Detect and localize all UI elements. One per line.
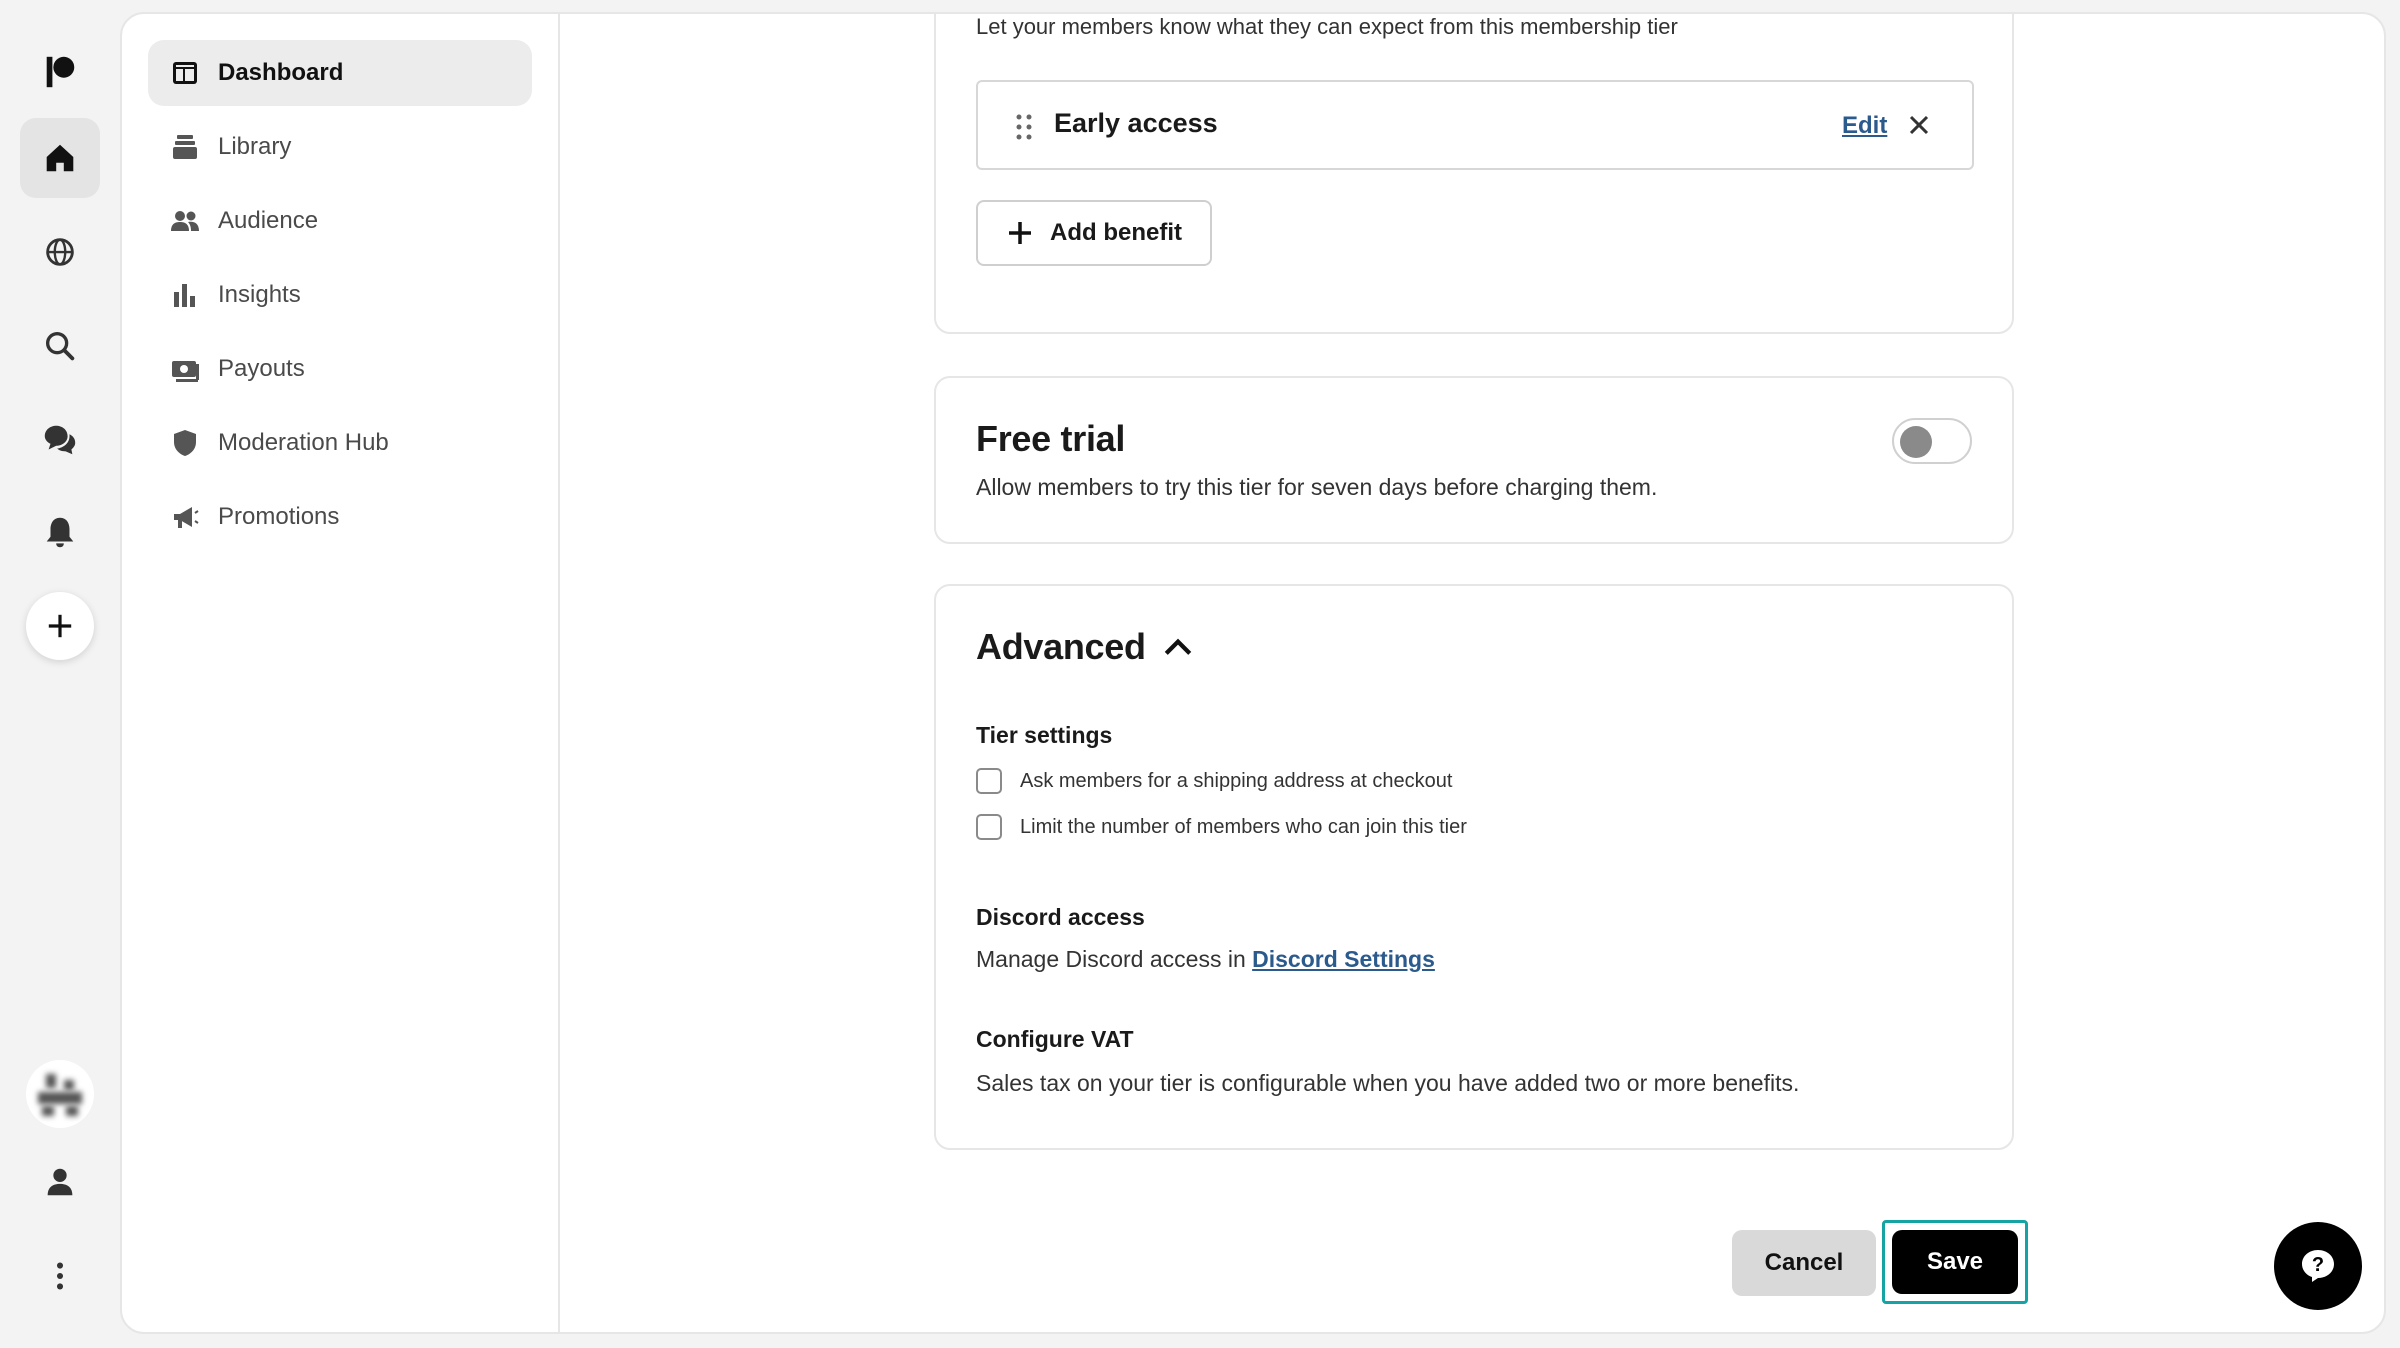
audience-icon: [171, 211, 199, 231]
megaphone-icon: [174, 507, 199, 528]
sidebar-item-label: Library: [218, 133, 292, 160]
discord-settings-link[interactable]: Discord Settings: [1252, 946, 1435, 972]
discord-access-label: Discord access: [976, 904, 1145, 930]
sidebar-item-dashboard[interactable]: Dashboard: [148, 40, 532, 106]
home-icon[interactable]: [20, 118, 100, 198]
dashboard-icon: [173, 62, 197, 84]
benefit-item: Early access Edit: [976, 80, 1974, 170]
avatar[interactable]: [26, 1060, 94, 1128]
search-icon[interactable]: [20, 306, 100, 386]
tier-settings-label: Tier settings: [976, 722, 1113, 748]
benefit-title: Early access: [1054, 108, 1218, 138]
add-benefit-button[interactable]: Add benefit: [976, 200, 1212, 266]
shipping-address-label: Ask members for a shipping address at ch…: [1020, 769, 1453, 792]
globe-icon[interactable]: [20, 212, 100, 292]
sidebar-item-library[interactable]: Library: [148, 114, 532, 180]
save-button[interactable]: Save: [1892, 1230, 2018, 1294]
sidebar-item-label: Insights: [218, 281, 301, 308]
drag-handle-icon[interactable]: [1014, 112, 1034, 142]
insights-icon: [174, 284, 195, 307]
free-trial-card: Free trial Allow members to try this tie…: [934, 376, 2014, 544]
more-vertical-icon[interactable]: [20, 1236, 100, 1316]
advanced-header[interactable]: Advanced: [976, 626, 1194, 668]
discord-access-prefix: Manage Discord access in: [976, 946, 1253, 972]
main-frame: Dashboard Library Audience Insights Payo…: [120, 12, 2386, 1334]
payouts-icon: [172, 361, 199, 382]
advanced-title: Advanced: [976, 626, 1146, 667]
free-trial-title: Free trial: [976, 418, 1126, 459]
plus-icon: [1009, 222, 1031, 244]
advanced-card: Advanced Tier settings Ask members for a…: [934, 584, 2014, 1150]
help-button[interactable]: ?: [2274, 1222, 2362, 1310]
svg-text:?: ?: [2312, 1254, 2324, 1276]
benefits-intro: Let your members know what they can expe…: [976, 14, 1678, 39]
configure-vat-label: Configure VAT: [976, 1026, 1134, 1052]
free-trial-toggle[interactable]: [1892, 418, 1972, 464]
sidebar-item-label: Promotions: [218, 503, 340, 530]
discord-access-text: Manage Discord access in Discord Setting…: [976, 946, 1435, 973]
chevron-up-icon: [1164, 638, 1191, 655]
icon-rail: [0, 0, 120, 1348]
benefits-card: Let your members know what they can expe…: [934, 14, 2014, 334]
save-button-focus-ring: Save: [1882, 1220, 2028, 1304]
close-icon[interactable]: [1904, 110, 1934, 140]
creator-sidebar: Dashboard Library Audience Insights Payo…: [122, 14, 560, 1332]
sidebar-item-label: Moderation Hub: [218, 429, 389, 456]
sidebar-item-audience[interactable]: Audience: [148, 188, 532, 254]
toggle-knob: [1900, 426, 1932, 458]
shipping-address-option[interactable]: Ask members for a shipping address at ch…: [976, 768, 1452, 794]
sidebar-item-moderation-hub[interactable]: Moderation Hub: [148, 410, 532, 476]
add-benefit-label: Add benefit: [1050, 219, 1182, 246]
chat-icon[interactable]: [20, 400, 100, 480]
free-trial-description: Allow members to try this tier for seven…: [976, 474, 1658, 500]
library-icon: [173, 135, 197, 159]
sidebar-item-label: Dashboard: [218, 59, 344, 86]
limit-members-label: Limit the number of members who can join…: [1020, 815, 1467, 838]
bell-icon[interactable]: [20, 492, 100, 572]
sidebar-item-promotions[interactable]: Promotions: [148, 484, 532, 550]
question-icon: ?: [2302, 1250, 2334, 1282]
cancel-button[interactable]: Cancel: [1732, 1230, 1876, 1296]
user-icon[interactable]: [20, 1142, 100, 1222]
sidebar-item-label: Audience: [218, 207, 319, 234]
limit-members-option[interactable]: Limit the number of members who can join…: [976, 814, 1467, 840]
shipping-address-checkbox[interactable]: [976, 768, 1002, 794]
edit-benefit-link[interactable]: Edit: [1842, 112, 1887, 140]
sidebar-item-label: Payouts: [218, 355, 305, 382]
patreon-logo-icon[interactable]: [20, 32, 100, 112]
plus-icon[interactable]: [26, 592, 94, 660]
shield-icon: [174, 430, 196, 456]
sidebar-item-insights[interactable]: Insights: [148, 262, 532, 328]
configure-vat-text: Sales tax on your tier is configurable w…: [976, 1070, 1800, 1096]
limit-members-checkbox[interactable]: [976, 814, 1002, 840]
sidebar-item-payouts[interactable]: Payouts: [148, 336, 532, 402]
